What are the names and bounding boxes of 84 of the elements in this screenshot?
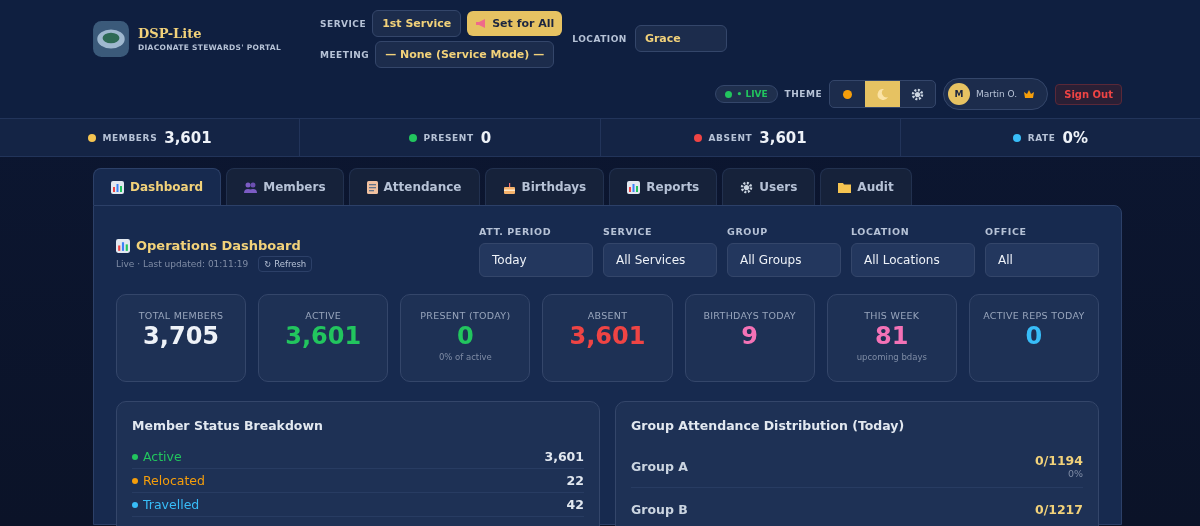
card-title: Group Attendance Distribution (Today) [631, 418, 906, 433]
tab[interactable]: Reports [609, 168, 718, 205]
stat-note: upcoming bdays [856, 352, 927, 362]
user-avatar: M [948, 83, 971, 105]
filter-label: LOCATION [851, 226, 911, 237]
sign-out-button[interactable]: Sign Out [1055, 83, 1122, 105]
meeting-label: MEETING [320, 49, 370, 60]
stat-value: 81 [875, 322, 909, 350]
last-updated-text: Live · Last updated: 01:11:19 [116, 259, 249, 269]
summary-value: 3,601 [164, 128, 212, 147]
filter-select[interactable]: All Services [603, 243, 717, 277]
user-name: Martin O. [976, 89, 1018, 99]
group-count: 0/1194 [1034, 453, 1083, 468]
theme-label: THEME [784, 89, 823, 99]
stat-label: THIS WEEK [864, 309, 920, 322]
dashboard-title: Operations Dashboard [136, 238, 301, 253]
service-select[interactable]: 1st Service [372, 10, 462, 37]
summary-value: 3,601 [759, 128, 807, 147]
group-name: Group A [631, 458, 688, 474]
location-label: LOCATION [572, 33, 627, 44]
crown-icon [1023, 89, 1036, 99]
filter-label: OFFICE [985, 226, 1028, 237]
stat-value: 3,601 [569, 322, 646, 350]
theme-button[interactable] [865, 81, 901, 107]
summary-label: ABSENT [708, 132, 753, 143]
status-count: 3,601 [544, 449, 584, 464]
bar-chart-icon [627, 180, 641, 194]
stat-label: ABSENT [587, 309, 628, 322]
cake-icon [502, 180, 516, 194]
summary-label: PRESENT [423, 132, 474, 143]
stat-value: 3,705 [143, 322, 220, 350]
meeting-select[interactable]: — None (Service Mode) — [375, 41, 555, 68]
clipboard-icon [366, 180, 378, 194]
tab[interactable]: Users [722, 168, 816, 205]
summary-label: RATE [1027, 132, 1056, 143]
tab[interactable]: Attendance [348, 168, 480, 205]
stat-value: 9 [741, 322, 758, 350]
tab[interactable]: Audit [820, 168, 912, 205]
people-icon [244, 181, 258, 193]
bar-chart-icon [111, 180, 124, 194]
filter-select[interactable]: All Groups [727, 243, 841, 277]
sun-icon [841, 87, 855, 101]
group-name: Group B [631, 501, 688, 517]
filter-label: SERVICE [603, 226, 654, 237]
group-percent: 0% [1067, 468, 1083, 479]
filter-label: ATT. PERIOD [479, 226, 553, 237]
gear-icon [740, 180, 754, 194]
logo-icon [92, 20, 130, 58]
status-label: Relocated [143, 473, 205, 488]
filter-select[interactable]: Today [479, 243, 593, 277]
filter-select[interactable]: All Locations [851, 243, 975, 277]
summary-label: MEMBERS [102, 132, 158, 143]
filter-select[interactable]: All [985, 243, 1099, 277]
tab[interactable]: Members [226, 168, 344, 205]
service-label: SERVICE [320, 18, 367, 29]
stat-label: ACTIVE [305, 309, 342, 322]
brand-title: DSP-Lite [138, 26, 203, 41]
tab[interactable]: Dashboard [93, 168, 222, 205]
status-label: Active [143, 449, 182, 464]
status-count: 42 [566, 497, 584, 512]
stat-label: PRESENT (TODAY) [420, 309, 511, 322]
tab[interactable]: Birthdays [484, 168, 605, 205]
set-for-all-button[interactable]: Set for All [467, 11, 563, 36]
stat-note: 0% of active [438, 352, 492, 362]
location-select[interactable]: Grace [634, 25, 727, 52]
stat-value: 3,601 [285, 322, 362, 350]
card-title: Member Status Breakdown [132, 418, 324, 433]
summary-value: 0 [480, 128, 492, 147]
folder-icon [838, 181, 852, 193]
refresh-button[interactable]: ↻ Refresh [258, 256, 313, 272]
stat-label: BIRTHDAYS TODAY [703, 309, 796, 322]
stat-label: TOTAL MEMBERS [138, 309, 224, 322]
filter-label: GROUP [727, 226, 769, 237]
stat-label: ACTIVE REPS TODAY [983, 309, 1085, 322]
summary-value: 0% [1062, 128, 1089, 147]
stat-value: 0 [1025, 322, 1043, 350]
moon-icon [876, 87, 890, 101]
group-count: 0/1217 [1034, 501, 1083, 517]
status-label: Travelled [143, 497, 200, 512]
live-indicator: • LIVE [714, 85, 778, 103]
stat-value: 0 [457, 322, 474, 350]
gear-icon [911, 87, 925, 101]
bar-chart-icon [116, 238, 130, 253]
status-count: 22 [566, 473, 584, 488]
